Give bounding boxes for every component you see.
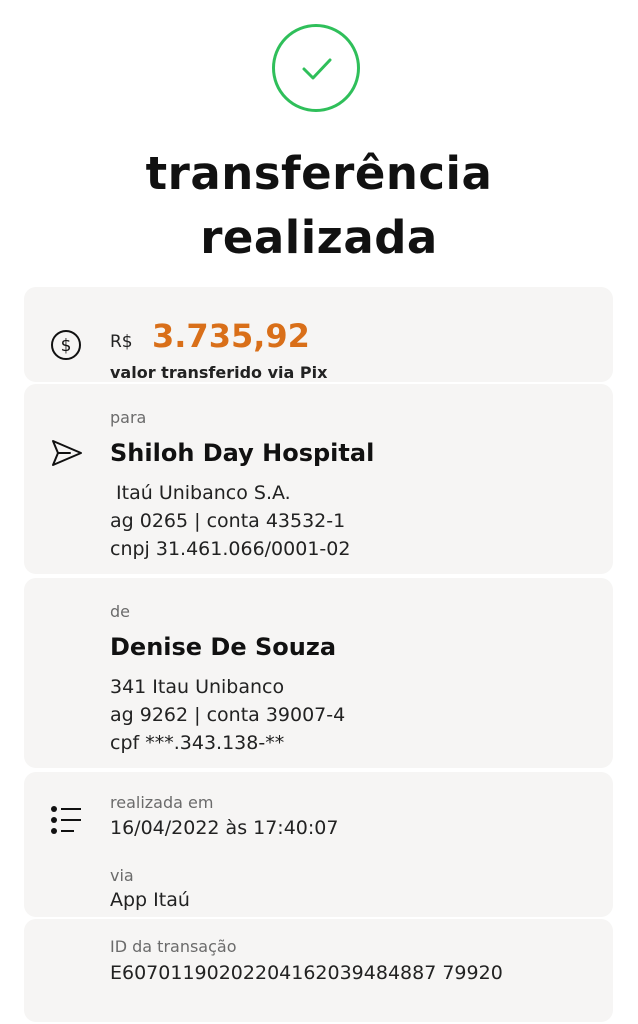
check-circle-icon <box>272 24 360 112</box>
recipient-card: para Shiloh Day Hospital Itaú Unibanco S… <box>24 384 613 574</box>
transaction-id-value: E60701190202204162039484887 79920 <box>110 962 503 984</box>
receipt-page: transferência realizada $ R$ 3.735,92 va… <box>0 0 638 1024</box>
dollar-circle-icon: $ <box>50 329 82 365</box>
recipient-account: ag 0265 | conta 43532-1 <box>110 510 346 532</box>
transaction-id-label: ID da transação <box>110 937 237 956</box>
date-value: 16/04/2022 às 17:40:07 <box>110 817 339 839</box>
recipient-bank: Itaú Unibanco S.A. <box>110 482 291 504</box>
amount-card: $ R$ 3.735,92 valor transferido via Pix <box>24 287 613 382</box>
title-line-2: realizada <box>200 211 438 264</box>
amount-description: valor transferido via Pix <box>110 363 328 382</box>
recipient-name: Shiloh Day Hospital <box>110 439 375 467</box>
recipient-label: para <box>110 408 147 427</box>
recipient-document: cnpj 31.461.066/0001-02 <box>110 538 351 560</box>
sender-name: Denise De Souza <box>110 633 337 661</box>
sender-card: de Denise De Souza 341 Itau Unibanco ag … <box>24 578 613 768</box>
transaction-id-card: ID da transação E60701190202204162039484… <box>24 919 613 1022</box>
sender-bank: 341 Itau Unibanco <box>110 676 285 698</box>
list-icon <box>50 804 84 840</box>
channel-value: App Itaú <box>110 889 190 911</box>
sender-account: ag 9262 | conta 39007-4 <box>110 704 346 726</box>
amount-value: 3.735,92 <box>152 317 310 355</box>
page-title: transferência realizada <box>0 142 638 270</box>
date-label: realizada em <box>110 793 214 812</box>
sender-document: cpf ***.343.138-** <box>110 732 285 754</box>
title-line-1: transferência <box>145 147 493 200</box>
sender-label: de <box>110 602 130 621</box>
currency-symbol: R$ <box>110 332 133 352</box>
svg-text:$: $ <box>61 336 72 356</box>
channel-label: via <box>110 866 134 885</box>
details-card: realizada em 16/04/2022 às 17:40:07 via … <box>24 772 613 917</box>
send-icon <box>50 438 84 472</box>
